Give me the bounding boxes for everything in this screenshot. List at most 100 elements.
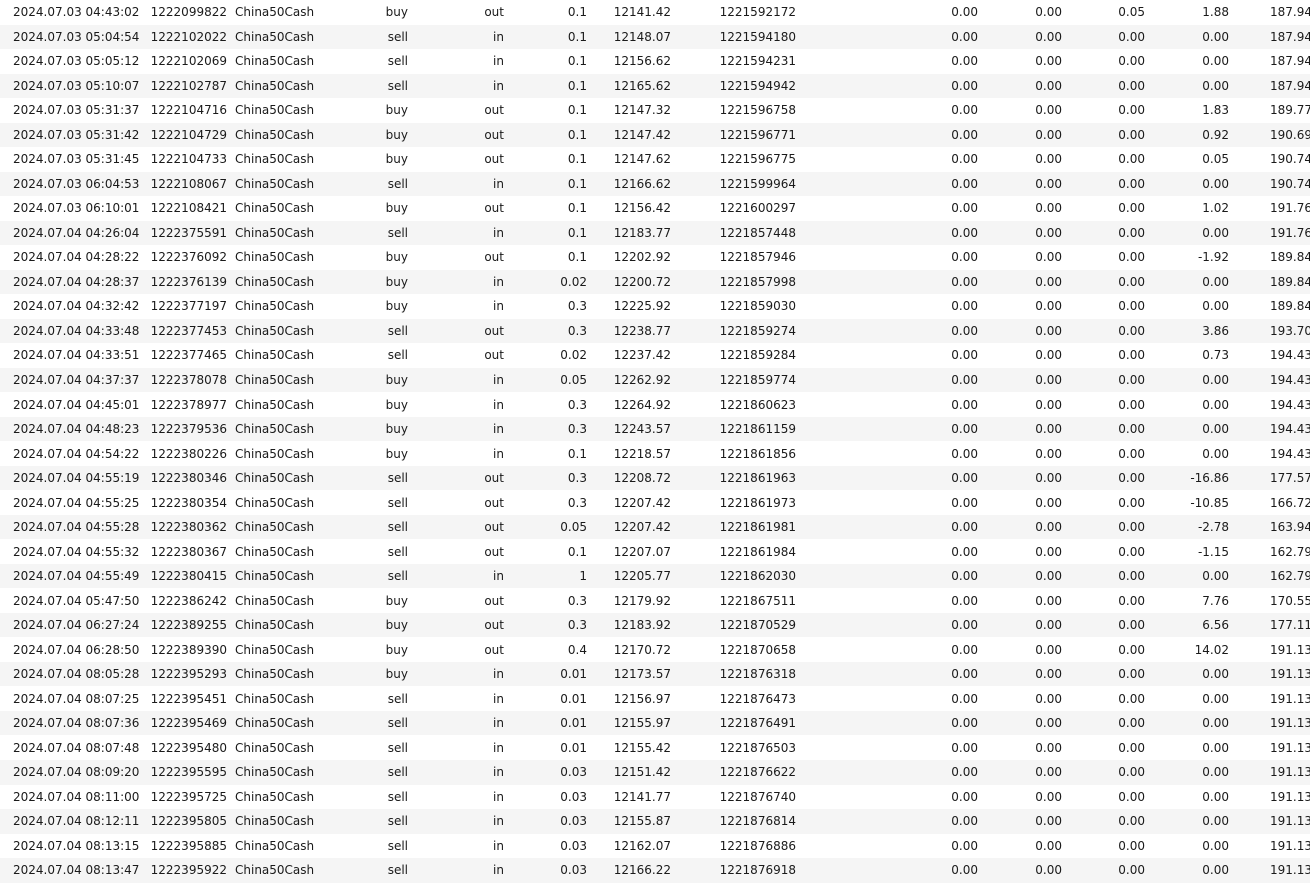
deal-time-cell: 2024.07.04 08:11:00 <box>0 784 146 810</box>
symbol-cell: China50Cash <box>227 686 325 711</box>
swap-cell: 0.00 <box>1062 784 1145 810</box>
order-id-cell: 1221596758 <box>671 98 796 123</box>
table-row[interactable]: 2024.07.04 08:12:11 1222395805 China50Cash… <box>0 809 1310 834</box>
symbol-cell: China50Cash <box>227 539 325 564</box>
deal-time-cell: 2024.07.04 04:37:37 <box>0 367 146 393</box>
table-row[interactable]: 2024.07.04 04:26:04 1222375591 China50Cash… <box>0 220 1310 246</box>
balance-cell: 191.13 <box>1229 661 1310 687</box>
table-row[interactable]: 2024.07.04 04:33:48 1222377453 China50Cash… <box>0 318 1310 344</box>
direction-cell: out <box>408 612 504 638</box>
profit-cell: 0.00 <box>1145 661 1229 687</box>
swap-cell: 0.00 <box>1062 539 1145 564</box>
table-row[interactable]: 2024.07.04 04:33:51 1222377465 China50Cash… <box>0 343 1310 368</box>
table-row[interactable]: 2024.07.04 08:09:20 1222395595 China50Cash… <box>0 759 1310 785</box>
commission-cell: 0.00 <box>796 98 978 123</box>
volume-cell: 0.01 <box>504 686 587 711</box>
table-row[interactable]: 2024.07.04 04:55:32 1222380367 China50Cash… <box>0 539 1310 564</box>
profit-cell: 1.88 <box>1145 0 1229 25</box>
table-row[interactable]: 2024.07.04 04:48:23 1222379536 China50Cash… <box>0 416 1310 442</box>
table-row[interactable]: 2024.07.04 04:55:28 1222380362 China50Cash… <box>0 514 1310 540</box>
table-row[interactable]: 2024.07.03 05:10:07 1222102787 China50Cash… <box>0 73 1310 99</box>
table-row[interactable]: 2024.07.04 08:13:47 1222395922 China50Cash… <box>0 858 1310 883</box>
type-cell: buy <box>325 122 408 148</box>
symbol-cell: China50Cash <box>227 759 325 785</box>
table-row[interactable]: 2024.07.04 06:28:50 1222389390 China50Cash… <box>0 637 1310 662</box>
table-row[interactable]: 2024.07.04 08:07:48 1222395480 China50Cash… <box>0 735 1310 760</box>
order-id-cell: 1221867511 <box>671 588 796 613</box>
table-row[interactable]: 2024.07.04 04:54:22 1222380226 China50Cash… <box>0 441 1310 466</box>
price-cell: 12218.57 <box>587 441 671 466</box>
table-row[interactable]: 2024.07.03 05:05:12 1222102069 China50Cash… <box>0 49 1310 74</box>
table-row[interactable]: 2024.07.04 04:55:25 1222380354 China50Cash… <box>0 490 1310 515</box>
balance-cell: 190.69 <box>1229 122 1310 148</box>
table-row[interactable]: 2024.07.04 05:47:50 1222386242 China50Cash… <box>0 588 1310 613</box>
order-id-cell: 1221596775 <box>671 147 796 172</box>
table-row[interactable]: 2024.07.04 06:27:24 1222389255 China50Cash… <box>0 612 1310 638</box>
profit-cell: 0.00 <box>1145 735 1229 760</box>
order-id-cell: 1221594180 <box>671 24 796 50</box>
direction-cell: in <box>408 24 504 50</box>
fee-cell: 0.00 <box>978 858 1062 883</box>
fee-cell: 0.00 <box>978 416 1062 442</box>
type-cell: buy <box>325 294 408 319</box>
fee-cell: 0.00 <box>978 833 1062 859</box>
balance-cell: 191.13 <box>1229 833 1310 859</box>
symbol-cell: China50Cash <box>227 171 325 197</box>
table-row[interactable]: 2024.07.04 04:32:42 1222377197 China50Cash… <box>0 294 1310 319</box>
table-row[interactable]: 2024.07.04 04:28:37 1222376139 China50Cash… <box>0 269 1310 295</box>
type-cell: sell <box>325 343 408 368</box>
order-id-cell: 1221857448 <box>671 220 796 246</box>
table-row[interactable]: 2024.07.03 05:31:45 1222104733 China50Cash… <box>0 147 1310 172</box>
direction-cell: in <box>408 367 504 393</box>
table-row[interactable]: 2024.07.04 04:45:01 1222378977 China50Cash… <box>0 392 1310 417</box>
commission-cell: 0.00 <box>796 122 978 148</box>
order-id-cell: 1221876318 <box>671 661 796 687</box>
profit-cell: 0.00 <box>1145 392 1229 417</box>
direction-cell: in <box>408 784 504 810</box>
table-row[interactable]: 2024.07.04 04:55:49 1222380415 China50Cash… <box>0 563 1310 589</box>
fee-cell: 0.00 <box>978 588 1062 613</box>
table-row[interactable]: 2024.07.04 08:11:00 1222395725 China50Cash… <box>0 784 1310 810</box>
direction-cell: out <box>408 637 504 662</box>
table-row[interactable]: 2024.07.03 06:04:53 1222108067 China50Cash… <box>0 171 1310 197</box>
type-cell: buy <box>325 588 408 613</box>
price-cell: 12243.57 <box>587 416 671 442</box>
type-cell: buy <box>325 196 408 221</box>
fee-cell: 0.00 <box>978 637 1062 662</box>
table-row[interactable]: 2024.07.04 04:55:19 1222380346 China50Cash… <box>0 465 1310 491</box>
swap-cell: 0.00 <box>1062 710 1145 736</box>
balance-cell: 194.43 <box>1229 416 1310 442</box>
profit-cell: 0.05 <box>1145 147 1229 172</box>
table-row[interactable]: 2024.07.03 04:43:02 1222099822 China50Cash… <box>0 0 1310 25</box>
price-cell: 12262.92 <box>587 367 671 393</box>
deal-id-cell: 1222104733 <box>146 147 227 172</box>
commission-cell: 0.00 <box>796 318 978 344</box>
table-row[interactable]: 2024.07.04 08:13:15 1222395885 China50Cash… <box>0 833 1310 859</box>
profit-cell: 0.00 <box>1145 171 1229 197</box>
volume-cell: 0.4 <box>504 637 587 662</box>
fee-cell: 0.00 <box>978 710 1062 736</box>
table-row[interactable]: 2024.07.04 04:37:37 1222378078 China50Cash… <box>0 367 1310 393</box>
commission-cell: 0.00 <box>796 809 978 834</box>
deal-id-cell: 1222377453 <box>146 318 227 344</box>
table-row[interactable]: 2024.07.03 05:31:42 1222104729 China50Cash… <box>0 122 1310 148</box>
price-cell: 12207.42 <box>587 490 671 515</box>
table-row[interactable]: 2024.07.04 08:07:25 1222395451 China50Cash… <box>0 686 1310 711</box>
table-row[interactable]: 2024.07.04 04:28:22 1222376092 China50Cash… <box>0 245 1310 270</box>
order-id-cell: 1221592172 <box>671 0 796 25</box>
price-cell: 12147.42 <box>587 122 671 148</box>
symbol-cell: China50Cash <box>227 343 325 368</box>
table-row[interactable]: 2024.07.03 06:10:01 1222108421 China50Cash… <box>0 196 1310 221</box>
price-cell: 12200.72 <box>587 269 671 295</box>
commission-cell: 0.00 <box>796 833 978 859</box>
table-row[interactable]: 2024.07.04 08:05:28 1222395293 China50Cash… <box>0 661 1310 687</box>
direction-cell: out <box>408 196 504 221</box>
table-row[interactable]: 2024.07.03 05:04:54 1222102022 China50Cash… <box>0 24 1310 50</box>
profit-cell: 0.92 <box>1145 122 1229 148</box>
deal-id-cell: 1222395885 <box>146 833 227 859</box>
table-row[interactable]: 2024.07.03 05:31:37 1222104716 China50Cash… <box>0 98 1310 123</box>
table-row[interactable]: 2024.07.04 08:07:36 1222395469 China50Cash… <box>0 710 1310 736</box>
fee-cell: 0.00 <box>978 245 1062 270</box>
deal-time-cell: 2024.07.04 05:47:50 <box>0 588 146 613</box>
price-cell: 12166.22 <box>587 858 671 883</box>
